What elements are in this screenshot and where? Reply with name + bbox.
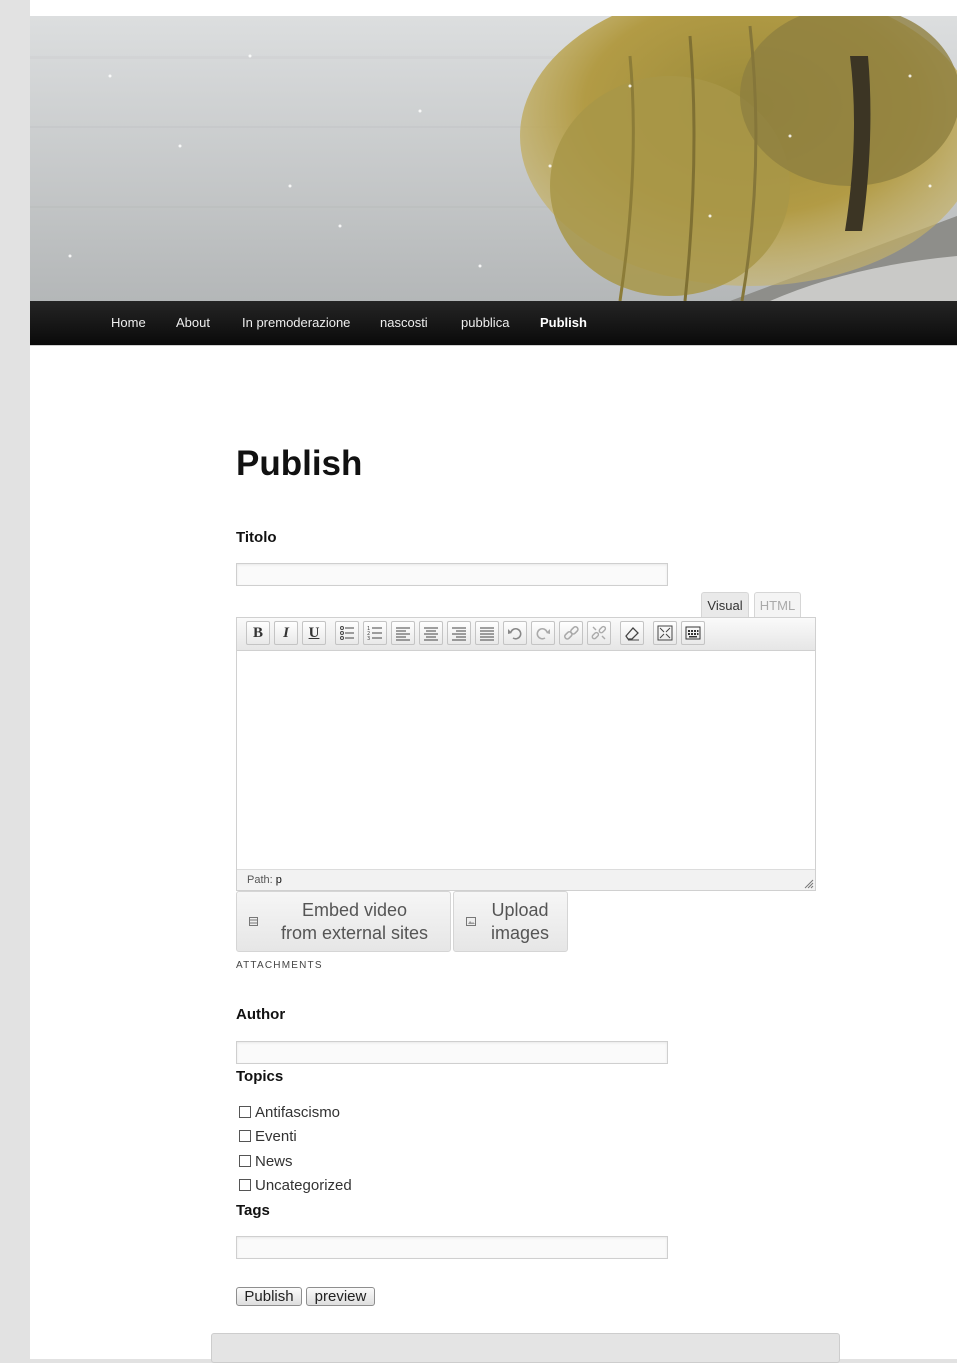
- numbered-list-button[interactable]: 1 2 3: [363, 621, 387, 645]
- upload-images-label-line2: images: [490, 923, 550, 943]
- editor-statusbar: Path: p: [237, 869, 815, 890]
- attachments-caption: ATTACHMENTS: [236, 960, 323, 971]
- nav-item-nascosti[interactable]: nascosti: [380, 301, 428, 345]
- bold-button[interactable]: B: [246, 621, 270, 645]
- embed-video-label-line1: Embed video: [301, 900, 408, 920]
- preview-button[interactable]: preview: [306, 1287, 375, 1306]
- kitchen-sink-button[interactable]: [681, 621, 705, 645]
- undo-icon: [508, 628, 522, 640]
- redo-button[interactable]: [531, 621, 555, 645]
- nav-item-publish[interactable]: Publish: [540, 301, 587, 345]
- embed-video-button[interactable]: Embed video from external sites: [236, 891, 451, 952]
- rich-text-editor: B I U 1 2 3 Path: p: [236, 617, 816, 891]
- tags-label: Tags: [236, 1202, 270, 1219]
- bullet-list-button[interactable]: [335, 621, 359, 645]
- clear-formatting-button[interactable]: [620, 621, 644, 645]
- topic-label[interactable]: Eventi: [255, 1128, 297, 1145]
- video-icon: [249, 917, 258, 926]
- align-justify-icon: [480, 627, 494, 641]
- embed-video-label-line2: from external sites: [280, 923, 429, 943]
- editor-toolbar: B I U 1 2 3: [237, 618, 815, 651]
- editor-content-area[interactable]: [237, 651, 815, 870]
- numbered-list-icon: 1 2 3: [367, 626, 382, 641]
- header-photo-drawing: [30, 16, 957, 301]
- italic-button[interactable]: I: [274, 621, 298, 645]
- undo-button[interactable]: [503, 621, 527, 645]
- title-label: Titolo: [236, 529, 277, 546]
- redo-icon: [536, 628, 550, 640]
- topic-checkbox-news[interactable]: [239, 1155, 251, 1167]
- fullscreen-icon: [657, 625, 673, 641]
- upload-images-button[interactable]: Upload images: [453, 891, 568, 952]
- resize-grip-icon[interactable]: [804, 879, 814, 889]
- tab-visual[interactable]: Visual: [701, 592, 749, 618]
- align-right-icon: [452, 627, 466, 641]
- nav-item-about[interactable]: About: [176, 301, 210, 345]
- editor-path: Path: p: [247, 870, 282, 890]
- topics-label: Topics: [236, 1068, 284, 1085]
- align-center-button[interactable]: [419, 621, 443, 645]
- topic-label[interactable]: Uncategorized: [255, 1177, 352, 1194]
- nav-item-in-premoderazione[interactable]: In premoderazione: [242, 301, 350, 345]
- align-right-button[interactable]: [447, 621, 471, 645]
- unlink-button[interactable]: [587, 621, 611, 645]
- bullet-list-icon: [340, 626, 354, 640]
- image-icon: [466, 917, 476, 926]
- title-input[interactable]: [236, 563, 668, 586]
- upload-images-label-line1: Upload: [491, 900, 549, 920]
- page: Home About In premoderazione nascosti pu…: [30, 0, 957, 1363]
- topic-option: Antifascismo: [239, 1104, 340, 1122]
- align-left-icon: [396, 627, 410, 641]
- keyboard-icon: [685, 626, 701, 640]
- align-left-button[interactable]: [391, 621, 415, 645]
- page-title: Publish: [236, 444, 363, 483]
- topic-checkbox-uncategorized[interactable]: [239, 1179, 251, 1191]
- align-center-icon: [424, 627, 438, 641]
- align-justify-button[interactable]: [475, 621, 499, 645]
- topic-label[interactable]: Antifascismo: [255, 1104, 340, 1121]
- tags-input[interactable]: [236, 1236, 668, 1259]
- link-icon: [563, 625, 579, 640]
- publish-button[interactable]: Publish: [236, 1287, 302, 1306]
- path-element[interactable]: p: [276, 874, 282, 886]
- tab-html[interactable]: HTML: [754, 592, 801, 618]
- underline-button[interactable]: U: [302, 621, 326, 645]
- svg-text:3: 3: [367, 636, 370, 641]
- nav-item-home[interactable]: Home: [111, 301, 146, 345]
- fullscreen-button[interactable]: [653, 621, 677, 645]
- author-input[interactable]: [236, 1041, 668, 1064]
- eraser-icon: [625, 627, 639, 641]
- topic-option: Uncategorized: [239, 1177, 352, 1195]
- path-label: Path:: [247, 874, 273, 886]
- topic-option: News: [239, 1153, 293, 1171]
- header-image[interactable]: [30, 16, 957, 301]
- author-label: Author: [236, 1006, 286, 1023]
- main-navigation: Home About In premoderazione nascosti pu…: [30, 301, 957, 346]
- unlink-icon: [591, 625, 607, 640]
- topic-label[interactable]: News: [255, 1153, 293, 1170]
- nav-item-pubblica[interactable]: pubblica: [461, 301, 509, 345]
- topic-option: Eventi: [239, 1128, 297, 1146]
- insert-link-button[interactable]: [559, 621, 583, 645]
- topic-checkbox-eventi[interactable]: [239, 1130, 251, 1142]
- topic-checkbox-antifascismo[interactable]: [239, 1106, 251, 1118]
